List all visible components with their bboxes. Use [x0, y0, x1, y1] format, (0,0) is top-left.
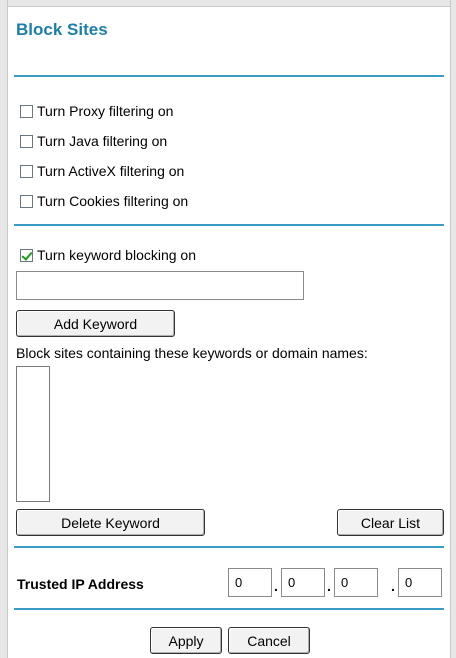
trusted-ip-octet-2[interactable] — [281, 568, 325, 597]
proxy-filter-option[interactable]: Turn Proxy filtering on — [20, 101, 173, 121]
cookies-filter-checkbox[interactable] — [20, 194, 33, 208]
keyword-blocking-option[interactable]: Turn keyword blocking on — [20, 245, 196, 265]
window-left-edge — [0, 0, 8, 658]
keyword-list[interactable] — [16, 366, 50, 502]
trusted-ip-octet-4[interactable] — [398, 568, 442, 597]
keyword-blocking-checkbox[interactable] — [20, 248, 33, 262]
trusted-ip-label: Trusted IP Address — [17, 576, 144, 592]
cancel-button[interactable]: Cancel — [228, 627, 310, 654]
section-divider — [14, 546, 444, 548]
keyword-blocking-label: Turn keyword blocking on — [37, 247, 197, 263]
keyword-input[interactable] — [16, 271, 304, 300]
ip-separator: . — [274, 578, 278, 594]
window-top-edge — [0, 0, 456, 7]
java-filter-checkbox[interactable] — [20, 134, 33, 148]
activex-filter-label: Turn ActiveX filtering on — [37, 163, 185, 179]
proxy-filter-label: Turn Proxy filtering on — [37, 103, 174, 119]
java-filter-label: Turn Java filtering on — [37, 133, 168, 149]
keyword-list-label: Block sites containing these keywords or… — [16, 345, 368, 361]
delete-keyword-button[interactable]: Delete Keyword — [16, 509, 205, 536]
cookies-filter-option[interactable]: Turn Cookies filtering on — [20, 191, 188, 211]
cookies-filter-label: Turn Cookies filtering on — [37, 193, 189, 209]
java-filter-option[interactable]: Turn Java filtering on — [20, 131, 167, 151]
apply-button[interactable]: Apply — [150, 627, 222, 654]
section-divider — [14, 608, 444, 610]
ip-separator: . — [327, 578, 331, 594]
page-title: Block Sites — [16, 20, 108, 39]
section-divider — [14, 75, 444, 77]
activex-filter-checkbox[interactable] — [20, 164, 33, 178]
trusted-ip-octet-3[interactable] — [334, 568, 378, 597]
proxy-filter-checkbox[interactable] — [20, 104, 33, 118]
trusted-ip-octet-1[interactable] — [228, 568, 272, 597]
clear-list-button[interactable]: Clear List — [337, 509, 444, 536]
window-scroll-edge — [450, 0, 456, 658]
section-divider — [14, 224, 444, 226]
add-keyword-button[interactable]: Add Keyword — [16, 310, 175, 337]
activex-filter-option[interactable]: Turn ActiveX filtering on — [20, 161, 184, 181]
ip-separator: . — [391, 578, 395, 594]
